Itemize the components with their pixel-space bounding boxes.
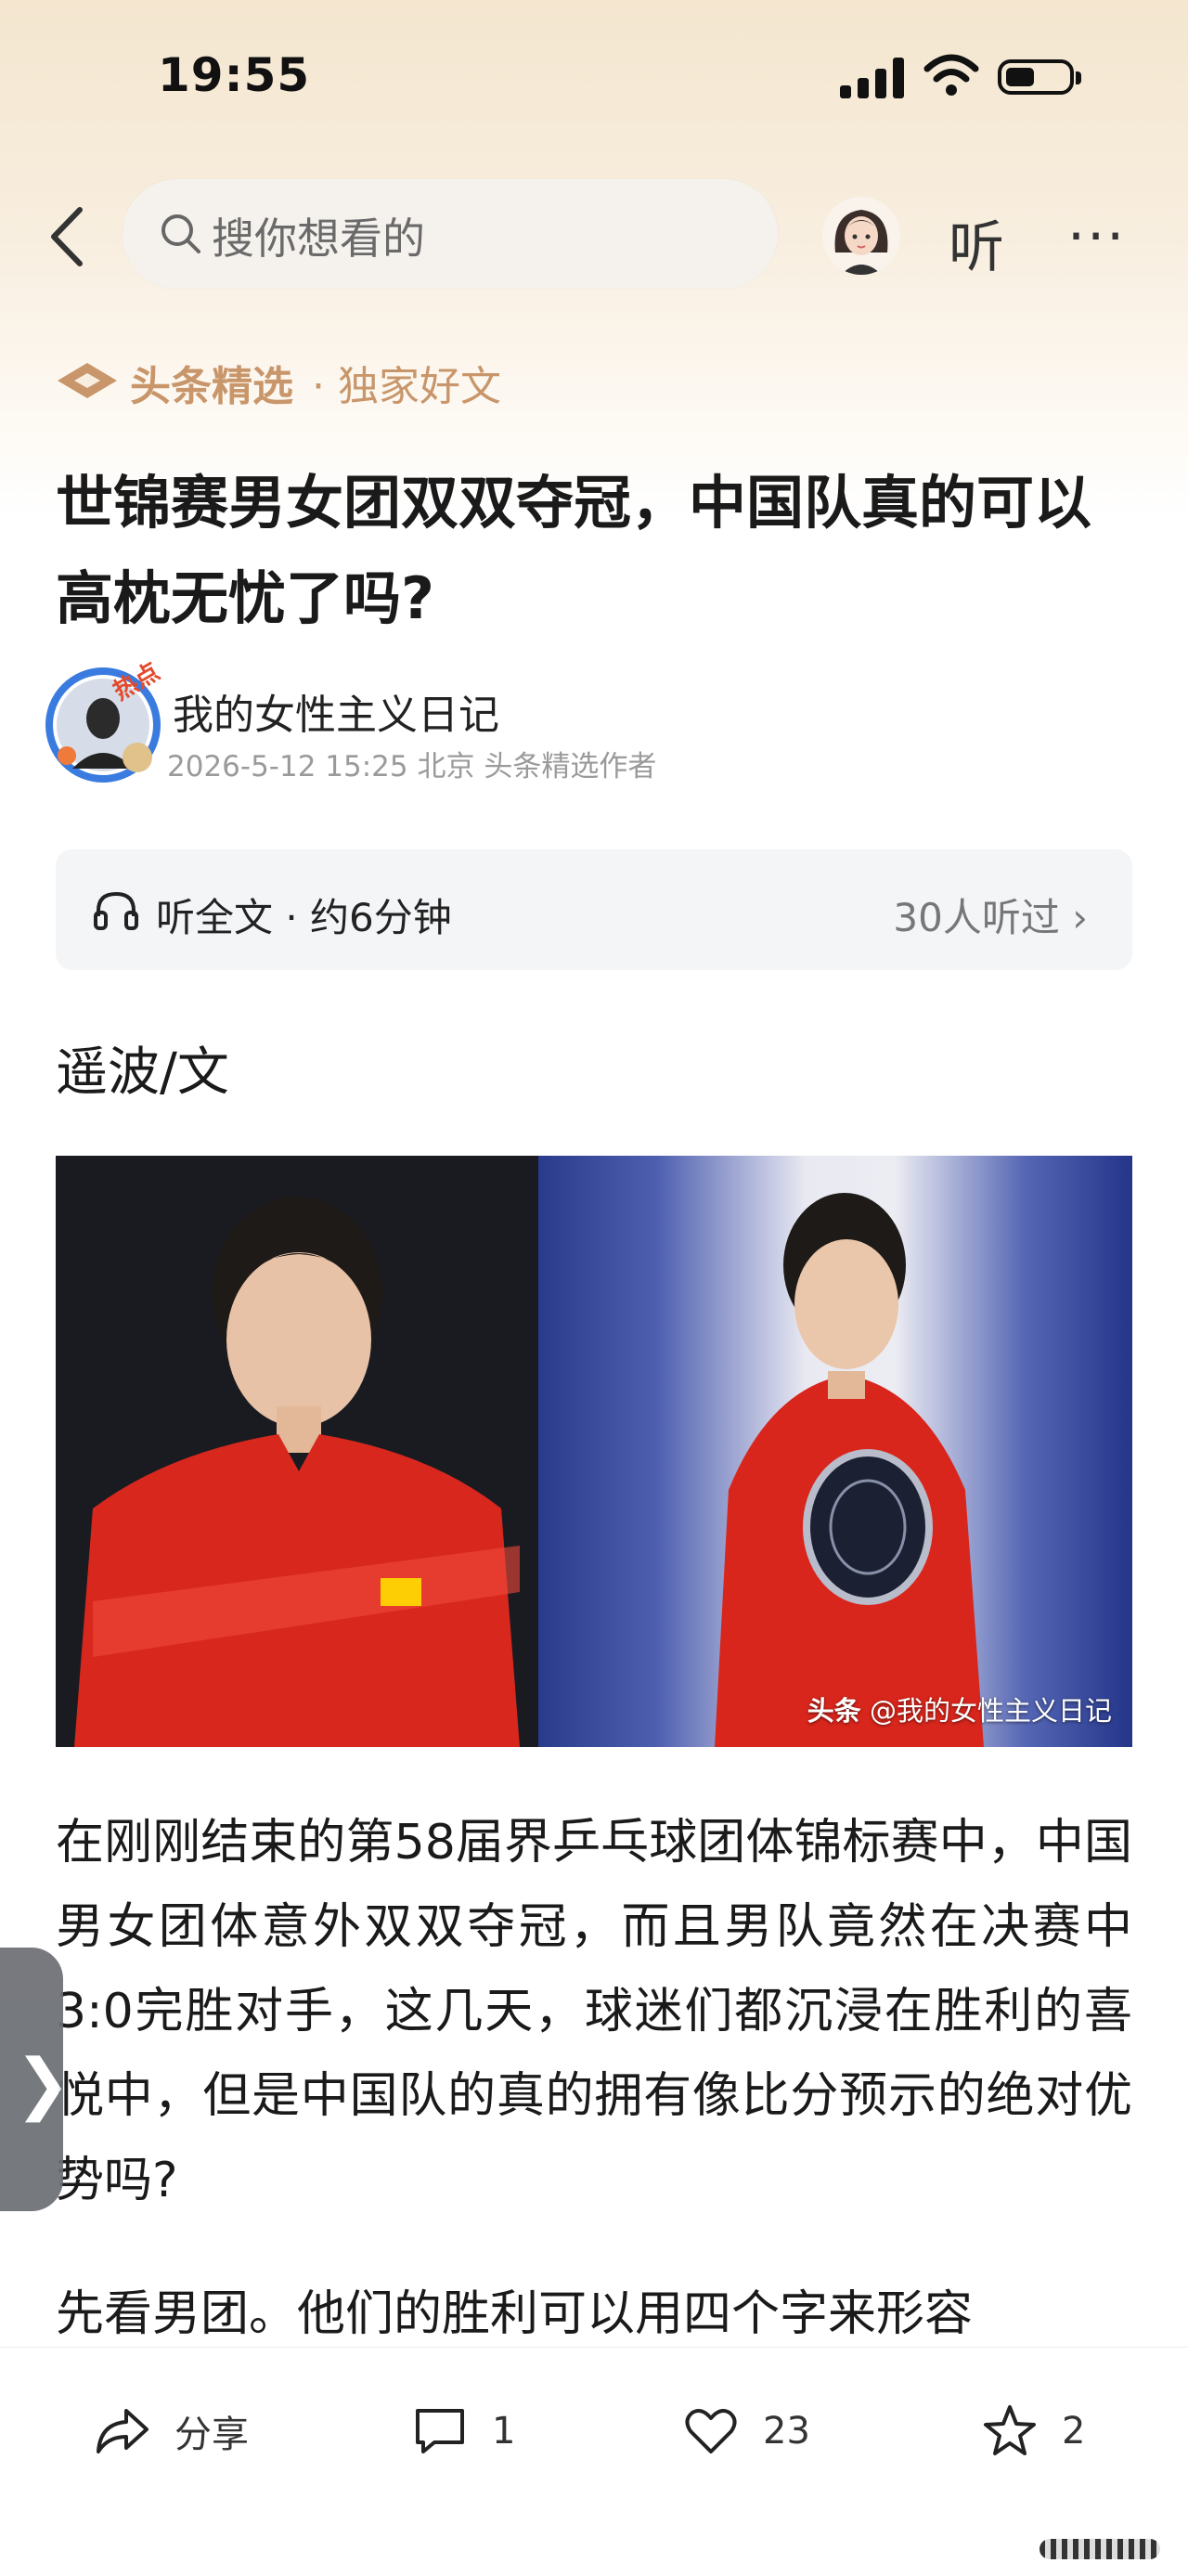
favorite-button[interactable]: 2 [980, 2394, 1085, 2468]
headphones-icon [94, 891, 138, 930]
search-placeholder: 搜你想看的 [212, 214, 425, 264]
share-button[interactable]: 分享 [93, 2394, 249, 2468]
home-indicator [1040, 2539, 1160, 2559]
player-photo-left [56, 1156, 538, 1747]
battery-icon [998, 59, 1081, 95]
comment-icon [416, 2409, 464, 2453]
avatar-girl-icon [834, 210, 888, 275]
listen-full-article-card[interactable]: 听全文 · 约6分钟 30人听过 › [56, 849, 1132, 970]
toutiao-select-logo-icon [58, 363, 117, 398]
search-icon [161, 214, 200, 253]
author-name[interactable]: 我的女性主义日记 [173, 681, 499, 741]
share-label: 分享 [174, 2414, 249, 2456]
article-meta: 2026-5-12 15:25 北京 头条精选作者 [167, 750, 657, 783]
like-count: 23 [763, 2410, 810, 2453]
comment-button[interactable]: 1 [410, 2394, 515, 2468]
cellular-signal-icon [840, 58, 905, 98]
back-arrow-icon[interactable] [45, 204, 91, 269]
source-subtitle: · 独家好文 [312, 363, 501, 410]
player-photo-right [538, 1156, 1132, 1747]
user-avatar[interactable] [822, 197, 900, 275]
article-image[interactable]: 头条 @我的女性主义日记 [56, 1156, 1132, 1747]
article-paragraph: 先看男团。他们的胜利可以用四个字来形容 [56, 2286, 974, 2342]
article-paragraph: 在刚刚结束的第58届界乒乓球团体锦标赛中，中国男女团体意外双双夺冠，而且男队竟然… [56, 1815, 1132, 2208]
share-icon [97, 2409, 148, 2453]
more-options-button[interactable]: ··· [1067, 204, 1126, 269]
wifi-icon [923, 54, 979, 96]
image-watermark: 头条 @我的女性主义日记 [807, 1695, 1112, 1727]
listen-full-label: 听全文 · 约6分钟 [156, 895, 452, 940]
search-bar[interactable]: 搜你想看的 [123, 179, 778, 289]
favorite-count: 2 [1062, 2410, 1086, 2453]
heart-icon [685, 2409, 737, 2453]
chevron-right-icon: ❯ [15, 2044, 71, 2122]
article-byline: 遥波/文 [56, 1042, 229, 1103]
bottom-action-bar: 分享 1 23 2 [0, 2347, 1188, 2576]
source-brand: 头条精选 [130, 363, 293, 410]
like-button[interactable]: 23 [681, 2394, 810, 2468]
side-expand-tab[interactable]: ❯ [0, 1948, 71, 2211]
status-time: 19:55 [158, 48, 311, 102]
star-icon [984, 2405, 1036, 2455]
listen-button[interactable]: 听 [949, 202, 1004, 283]
listen-count: 30人听过 › [893, 895, 1088, 940]
article-title: 世锦赛男女团双双夺冠，中国队真的可以高枕无忧了吗? [56, 469, 1092, 632]
comment-count: 1 [492, 2410, 516, 2453]
